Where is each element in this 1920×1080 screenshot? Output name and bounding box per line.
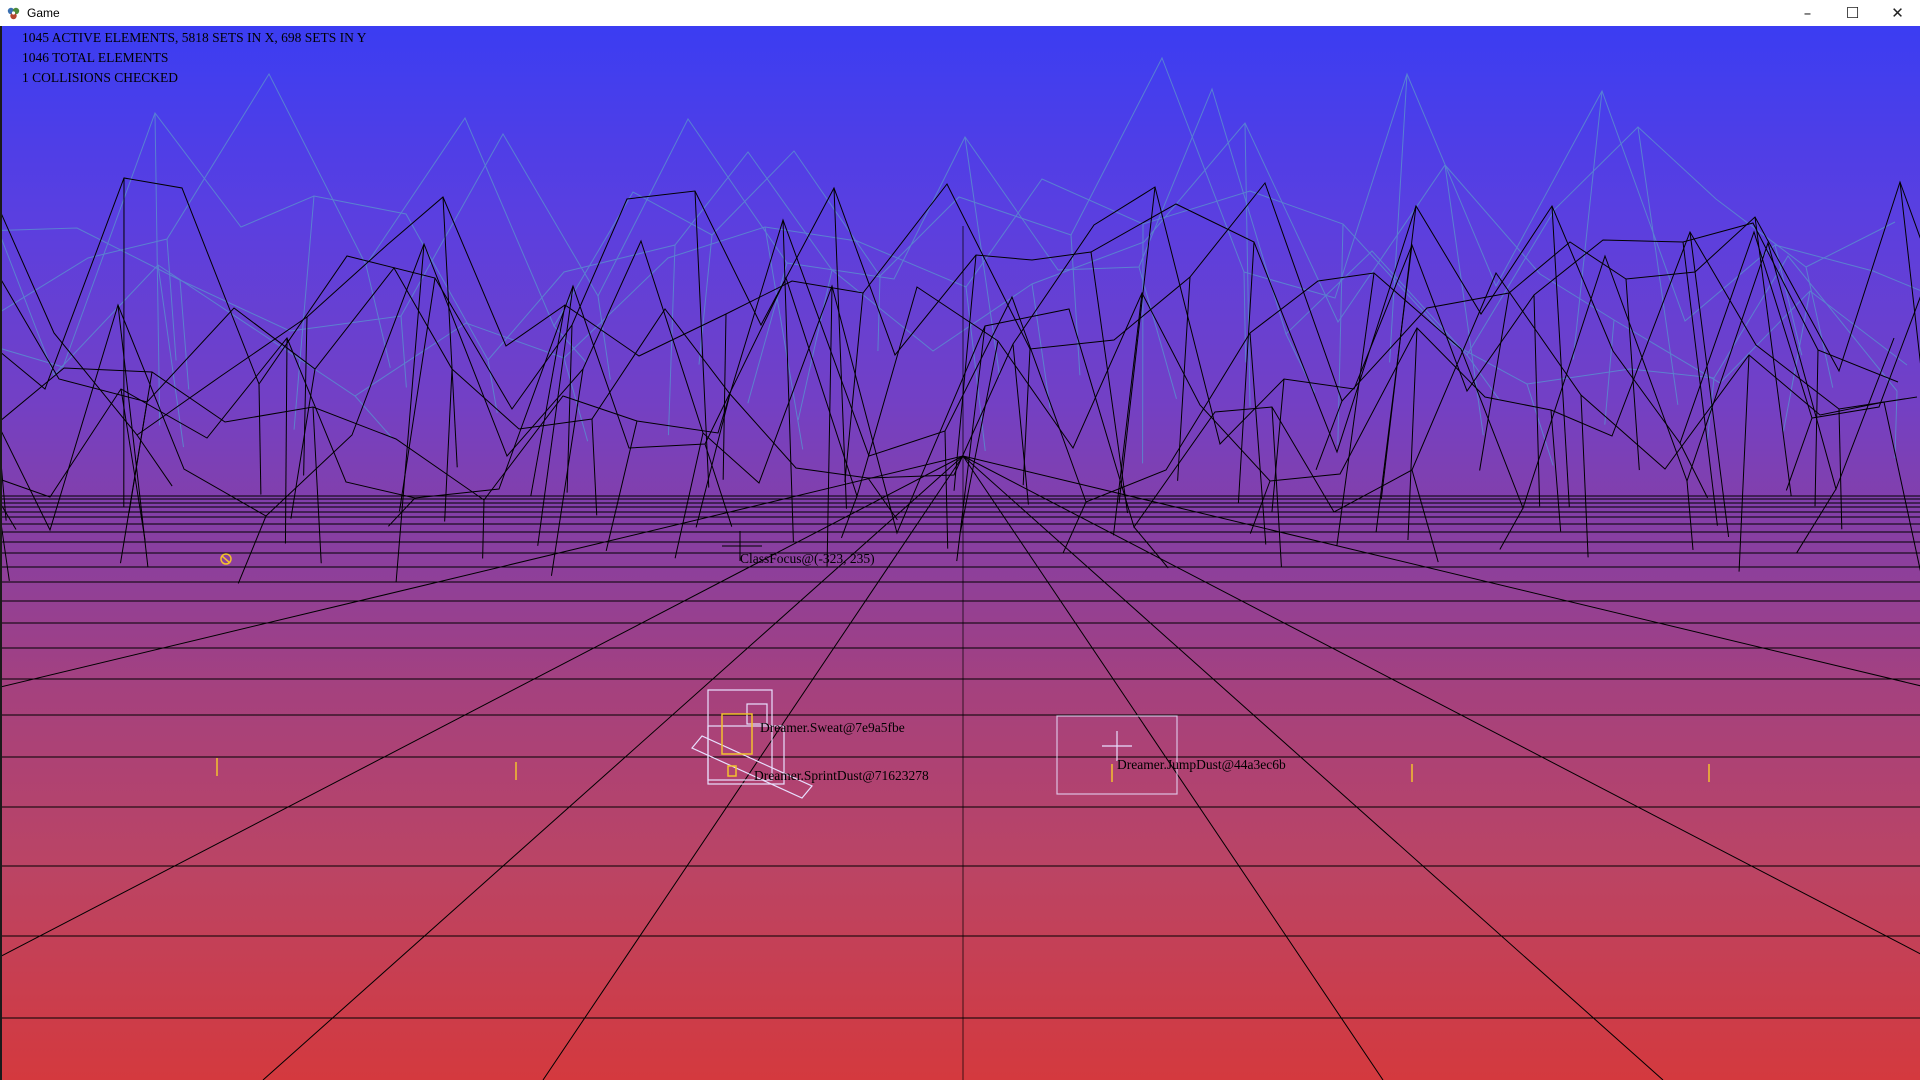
mid-ridge-line xyxy=(284,337,288,544)
back-ridge-line xyxy=(354,395,393,439)
floor-perspective-line xyxy=(962,455,1920,687)
floor-grid-wireframe xyxy=(2,455,1920,1080)
back-ridge-line xyxy=(1244,122,1251,407)
jump-dust-label: Dreamer.JumpDust@44a3ec6b xyxy=(1117,757,1286,772)
back-ridge-line xyxy=(365,264,391,368)
mid-ridge-line xyxy=(117,304,149,568)
back-ridge-line xyxy=(1243,271,1247,363)
mid-ridge-line xyxy=(1883,401,1920,572)
mid-ridge-line xyxy=(2,180,1920,436)
close-button[interactable]: ✕ xyxy=(1875,0,1920,26)
hud-collisions-checked: 1 COLLISIONS CHECKED xyxy=(22,70,179,85)
mid-ridge-line xyxy=(956,325,986,562)
back-ridge-line xyxy=(1444,164,1484,436)
back-ridge-line xyxy=(747,262,788,404)
maximize-button[interactable]: ☐ xyxy=(1830,0,1875,26)
back-ridge-line xyxy=(698,234,713,365)
back-ridge-line xyxy=(563,357,589,442)
back-ridge-line xyxy=(1572,90,1603,360)
class-focus-label: ClassFocus@(-323, 235) xyxy=(740,551,875,566)
back-ridge-line xyxy=(1526,383,1554,466)
mid-ridge-line xyxy=(1237,241,1255,504)
mid-ridge-line xyxy=(482,499,485,559)
sweat-label: Dreamer.Sweat@7e9a5fbe xyxy=(760,720,905,735)
mid-ridge-line xyxy=(120,388,146,541)
window-title: Game xyxy=(27,6,60,20)
sprint-dust-label: Dreamer.SprintDust@71623278 xyxy=(754,768,929,783)
mid-ridge-line xyxy=(312,406,322,564)
back-ridge-line xyxy=(1337,223,1344,445)
back-mountain-wireframe xyxy=(2,56,1920,466)
mid-ridge-line xyxy=(1271,378,1285,513)
mid-ridge-line xyxy=(944,430,949,549)
mid-ridge-line xyxy=(844,292,864,482)
floor-perspective-line xyxy=(962,455,1664,1080)
back-ridge-line xyxy=(1389,73,1408,363)
back-ridge-line xyxy=(1805,266,1834,388)
mid-ridge-line xyxy=(722,313,727,480)
mid-ridge-line xyxy=(1407,327,1418,541)
mid-ridge-line xyxy=(591,418,598,516)
back-ridge-line xyxy=(400,315,407,388)
mid-ridge-line xyxy=(1686,480,1694,550)
hud-total-elements: 1046 TOTAL ELEMENTS xyxy=(22,50,169,65)
mid-ridge-line xyxy=(1814,349,1819,507)
game-window: Game – ☐ ✕ 1045 ACTIVE ELEMENTS, 5818 SE… xyxy=(0,0,1920,1080)
floor-perspective-line xyxy=(962,455,1920,955)
mid-ridge-line xyxy=(782,219,794,542)
mid-ridge-line xyxy=(395,243,425,583)
mid-ridge-line xyxy=(694,190,710,488)
mid-ridge-line xyxy=(1271,406,1282,568)
game-app-icon xyxy=(7,7,20,20)
mid-ridge-line xyxy=(136,434,173,487)
mid-ridge-line xyxy=(303,316,308,476)
mid-ridge-line xyxy=(1625,278,1640,471)
mid-ridge-line xyxy=(1899,181,1920,364)
mid-mountain-wireframe xyxy=(2,177,1920,584)
mid-ridge-line xyxy=(442,196,458,468)
mid-ridge-line xyxy=(258,383,262,495)
mid-ridge-line xyxy=(1118,186,1156,503)
mid-ridge-line xyxy=(833,187,847,509)
back-ridge-line xyxy=(179,279,190,390)
mid-ridge-line xyxy=(1580,394,1589,558)
mid-ridge-line xyxy=(1689,231,1730,538)
back-ridge-line xyxy=(2,87,1896,356)
mid-ridge-line xyxy=(1679,442,1709,499)
mid-ridge-line xyxy=(1499,507,1524,550)
game-viewport[interactable]: 1045 ACTIVE ELEMENTS, 5818 SETS IN X, 69… xyxy=(2,26,1920,1080)
mid-ridge-line xyxy=(1479,292,1510,471)
back-ridge-line xyxy=(597,295,611,380)
mid-ridge-line xyxy=(1411,469,1439,563)
mid-ridge-line xyxy=(1533,294,1541,507)
back-ridge-line xyxy=(1894,390,1898,459)
window-titlebar[interactable]: Game – ☐ ✕ xyxy=(0,0,1920,27)
wireframe-scene xyxy=(2,56,1920,1080)
mid-ridge-line xyxy=(1838,408,1843,530)
mid-ridge-line xyxy=(1550,409,1562,532)
back-ridge-line xyxy=(2,56,1920,328)
mid-ridge-line xyxy=(2,239,1885,535)
back-ridge-line xyxy=(797,269,833,421)
back-ridge-line xyxy=(1138,266,1177,399)
mid-ridge-line xyxy=(605,420,638,552)
hud-active-elements: 1045 ACTIVE ELEMENTS, 5818 SETS IN X, 69… xyxy=(22,30,367,45)
mid-ridge-line xyxy=(1785,417,1813,491)
mid-ridge-line xyxy=(237,515,267,584)
mid-ridge-line xyxy=(1738,354,1750,572)
mid-ridge-line xyxy=(1336,272,1375,546)
minimize-button[interactable]: – xyxy=(1785,0,1830,26)
